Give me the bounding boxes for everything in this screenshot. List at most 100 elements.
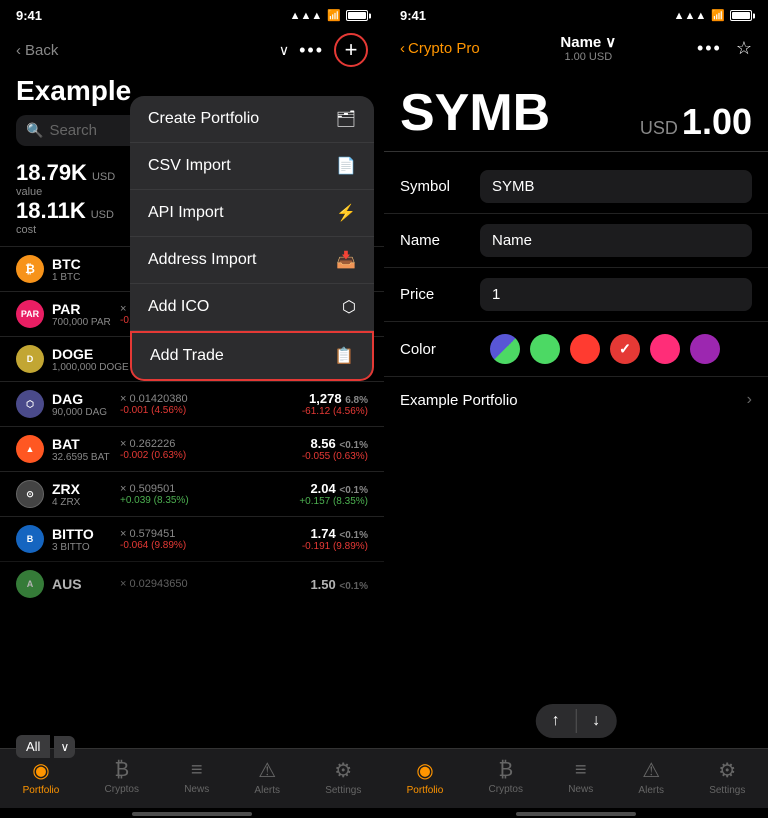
bitto-info: BITTO 3 BITTO [52, 526, 112, 553]
csv-import-item[interactable]: CSV Import 📄 [130, 143, 374, 190]
filter-bar: All ∨ [16, 735, 75, 758]
create-portfolio-icon: 🗂 [336, 109, 356, 129]
left-header: ‹ Back ∨ ••• + [0, 27, 384, 75]
scroll-up-button[interactable]: ↑ [536, 704, 576, 738]
portfolio-cost: 18.11K [16, 198, 86, 224]
nav-alerts[interactable]: ⚠ Alerts [254, 758, 280, 796]
back-chevron-icon: ‹ [16, 42, 21, 59]
filter-label: All [16, 735, 50, 758]
table-row[interactable]: ⬡ DAG 90,000 DAG × 0.01420380 -0.001 (4.… [0, 381, 384, 426]
back-crypto-pro-button[interactable]: ‹ Crypto Pro [400, 40, 480, 57]
nav-news-right[interactable]: ≡ News [568, 759, 593, 795]
right-panel: 9:41 ▲▲▲ 📶 ‹ Crypto Pro Name ∨ 1.00 USD … [384, 0, 768, 818]
nav-settings-right[interactable]: ⚙ Settings [709, 758, 745, 796]
home-indicator-right [516, 812, 636, 816]
add-trade-icon: 📋 [334, 346, 354, 366]
add-button[interactable]: + [334, 33, 368, 67]
color-swatch-purple[interactable] [690, 334, 720, 364]
add-trade-label: Add Trade [150, 347, 224, 365]
signal-icon-right: ▲▲▲ [674, 10, 707, 22]
scroll-controls: ↑ ↓ [536, 704, 617, 738]
dag-right: 1,278 6.8% -61.12 (4.56%) [302, 391, 368, 417]
scroll-down-button[interactable]: ↓ [576, 704, 616, 738]
nav-portfolio-right[interactable]: ◉ Portfolio [407, 758, 444, 796]
nav-portfolio[interactable]: ◉ Portfolio [23, 758, 60, 796]
color-swatch-selected-red[interactable]: ✓ [610, 334, 640, 364]
nav-cryptos-right[interactable]: ₿ Cryptos [489, 759, 523, 795]
wifi-icon: 📶 [327, 9, 341, 22]
back-label: Back [25, 42, 58, 59]
create-portfolio-item[interactable]: Create Portfolio 🗂 [130, 96, 374, 143]
zrx-info: ZRX 4 ZRX [52, 481, 112, 508]
add-ico-label: Add ICO [148, 298, 209, 316]
settings-icon-right: ⚙ [718, 758, 736, 783]
status-icons-left: ▲▲▲ 📶 [290, 9, 368, 22]
right-spacer [384, 431, 768, 748]
table-row[interactable]: A AUS × 0.02943650 1.50 <0.1% [0, 561, 384, 606]
status-bar-left: 9:41 ▲▲▲ 📶 [0, 0, 384, 27]
portfolio-value-currency: USD [92, 171, 115, 183]
doge-icon: D [16, 345, 44, 373]
address-import-item[interactable]: Address Import 📥 [130, 237, 374, 284]
csv-import-icon: 📄 [336, 156, 356, 176]
more-options-button[interactable]: ••• [299, 40, 324, 61]
table-row[interactable]: B BITTO 3 BITTO × 0.579451 -0.064 (9.89%… [0, 516, 384, 561]
alerts-icon-right: ⚠ [642, 758, 660, 783]
aus-info: AUS [52, 576, 112, 592]
nav-settings[interactable]: ⚙ Settings [325, 758, 361, 796]
par-name: PAR [52, 301, 112, 317]
back-button[interactable]: ‹ Back [16, 42, 58, 59]
home-indicator-left [132, 812, 252, 816]
color-swatch-green[interactable] [530, 334, 560, 364]
nav-news-left[interactable]: ≡ News [184, 759, 209, 795]
par-info: PAR 700,000 PAR [52, 301, 112, 328]
portfolio-selector-row[interactable]: Example Portfolio › [384, 377, 768, 423]
coin-name-label: Name [560, 34, 601, 51]
hero-price-value: 1.00 [682, 101, 752, 143]
header-actions: ∨ ••• + [279, 33, 368, 67]
bat-info: BAT 32.6595 BAT [52, 436, 112, 463]
color-swatch-blue-green[interactable] [490, 334, 520, 364]
time-right: 9:41 [400, 8, 426, 23]
scroll-down-icon: ↓ [592, 712, 600, 729]
par-icon: PAR [16, 300, 44, 328]
search-icon: 🔍 [26, 122, 43, 139]
nav-cryptos[interactable]: ₿ Cryptos [105, 759, 139, 795]
news-icon-left: ≡ [191, 759, 203, 782]
alerts-icon: ⚠ [258, 758, 276, 783]
color-swatch-pink[interactable] [650, 334, 680, 364]
api-import-item[interactable]: API Import ⚡ [130, 190, 374, 237]
favorite-button[interactable]: ☆ [736, 38, 752, 59]
nav-alerts-right[interactable]: ⚠ Alerts [638, 758, 664, 796]
dropdown-chevron-icon[interactable]: ∨ [279, 42, 289, 59]
cryptos-icon-right: ₿ [498, 759, 513, 782]
filter-chevron-icon[interactable]: ∨ [54, 736, 75, 758]
header-center: Name ∨ 1.00 USD [480, 33, 697, 63]
portfolio-cost-currency: USD [91, 209, 114, 221]
price-input[interactable] [480, 278, 752, 311]
name-input[interactable] [480, 224, 752, 257]
dag-info: DAG 90,000 DAG [52, 391, 112, 418]
scroll-up-icon: ↑ [552, 712, 560, 729]
nav-news-label-right: News [568, 784, 593, 795]
zrx-icon: ⊙ [16, 480, 44, 508]
bitto-icon: B [16, 525, 44, 553]
dag-mid: × 0.01420380 -0.001 (4.56%) [112, 393, 302, 416]
add-ico-item[interactable]: Add ICO ⬡ [130, 284, 374, 331]
nav-cryptos-label: Cryptos [105, 784, 139, 795]
btc-amount: 1 BTC [52, 272, 112, 283]
nav-settings-label: Settings [325, 785, 361, 796]
coin-name-chevron-icon: ∨ [605, 33, 616, 51]
table-row[interactable]: ▲ BAT 32.6595 BAT × 0.262226 -0.002 (0.6… [0, 426, 384, 471]
doge-info: DOGE 1,000,000 DOGE [52, 346, 129, 373]
cryptos-icon: ₿ [114, 759, 129, 782]
api-import-label: API Import [148, 204, 224, 222]
color-swatch-red[interactable] [570, 334, 600, 364]
more-options-right-button[interactable]: ••• [697, 38, 722, 59]
nav-alerts-label-right: Alerts [638, 785, 664, 796]
add-trade-item[interactable]: Add Trade 📋 [130, 331, 374, 381]
symbol-input[interactable] [480, 170, 752, 203]
add-ico-icon: ⬡ [342, 297, 356, 317]
table-row[interactable]: ⊙ ZRX 4 ZRX × 0.509501 +0.039 (8.35%) 2.… [0, 471, 384, 516]
btc-name: BTC [52, 256, 112, 272]
